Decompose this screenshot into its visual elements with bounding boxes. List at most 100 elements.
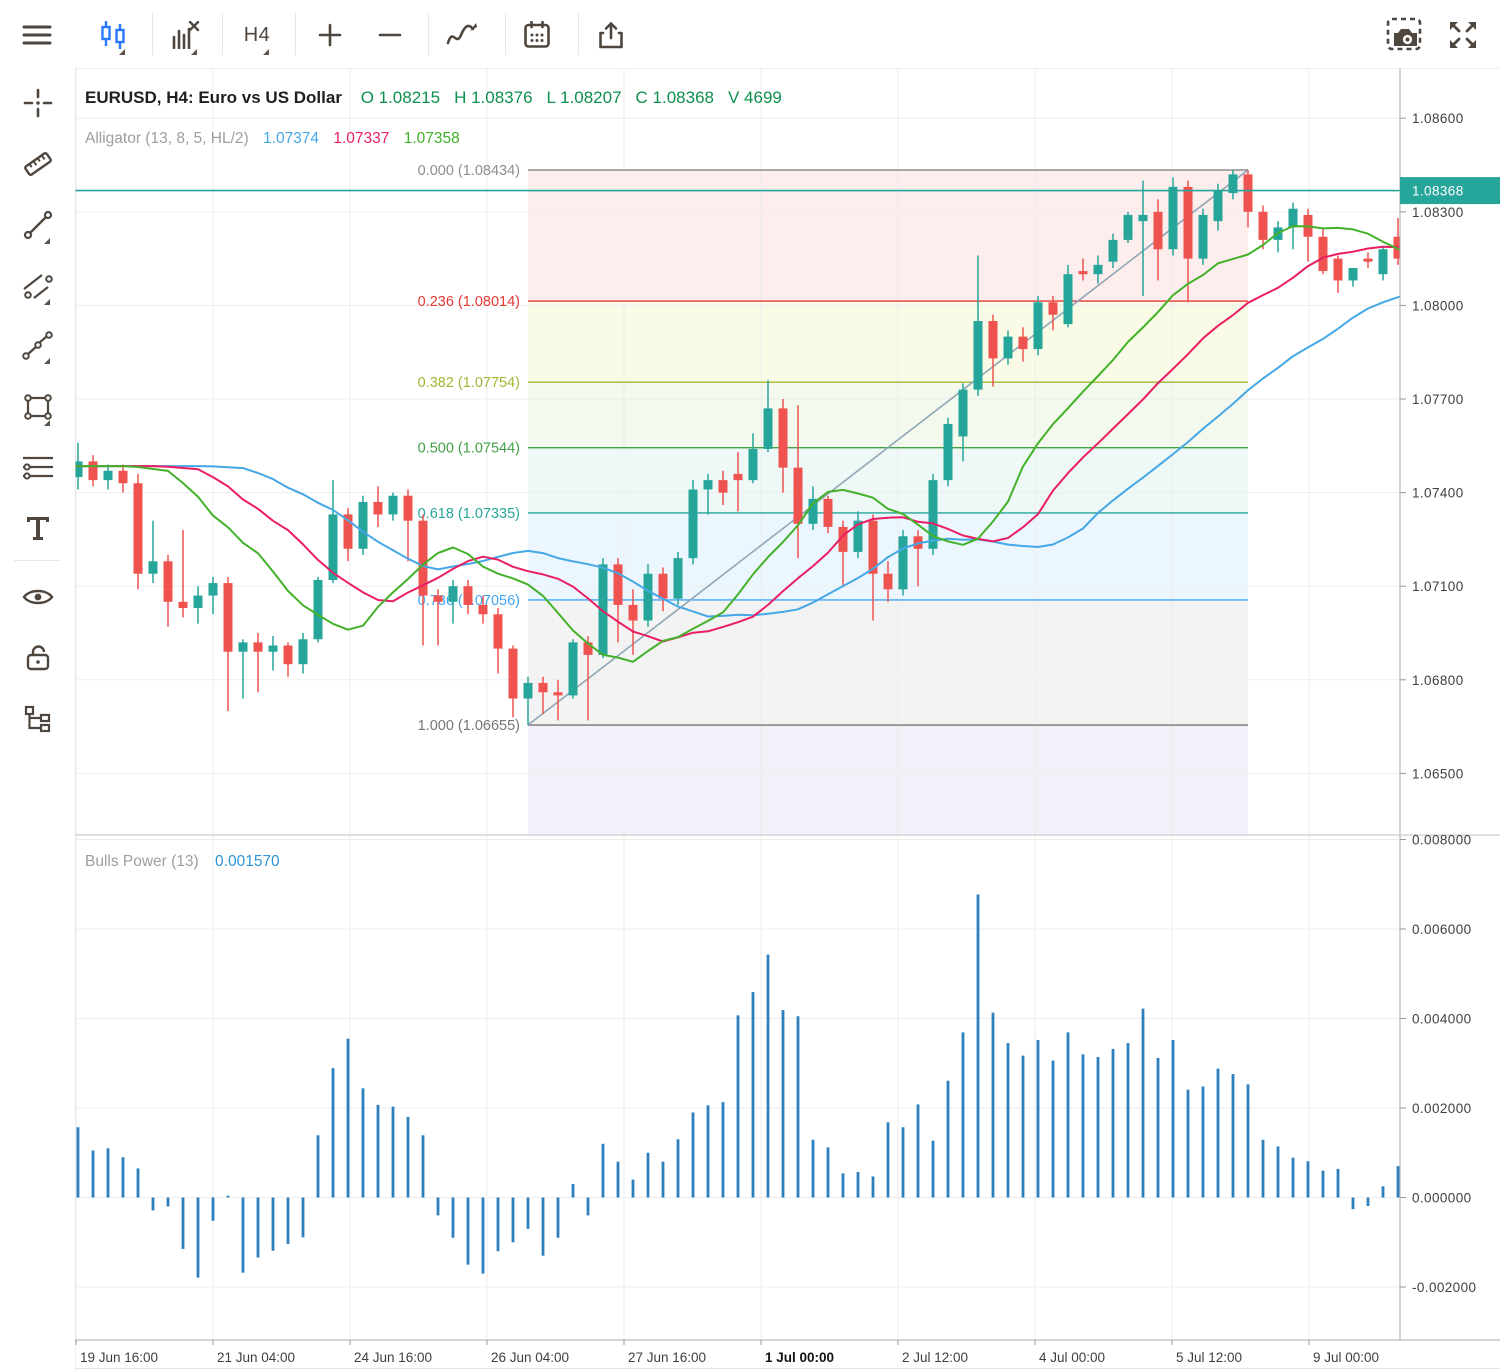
- candle-body: [989, 321, 998, 358]
- tool-trend-line[interactable]: [18, 205, 58, 245]
- histogram-bar: [1022, 1056, 1025, 1198]
- fib-level-label: 0.382 (1.07754): [418, 375, 520, 391]
- time-axis-label: 24 Jun 16:00: [354, 1350, 432, 1365]
- candle-body: [899, 536, 908, 589]
- tool-crosshair[interactable]: [18, 83, 58, 123]
- chart-type-button[interactable]: [93, 14, 133, 56]
- candle-body: [629, 605, 638, 621]
- histogram-bar: [482, 1198, 485, 1274]
- histogram-bar: [107, 1148, 110, 1197]
- candle-body: [1334, 259, 1343, 281]
- zoom-out-button[interactable]: [370, 14, 410, 56]
- histogram-bar: [812, 1140, 815, 1198]
- current-price-badge-label: 1.08368: [1412, 184, 1464, 199]
- indicator-window-close-button[interactable]: [165, 14, 205, 56]
- screenshot-button[interactable]: [1384, 14, 1428, 56]
- histogram-bar: [662, 1162, 665, 1198]
- price-axis-label: 1.07400: [1412, 486, 1464, 501]
- tool-lock[interactable]: [18, 638, 58, 678]
- histogram-bar: [692, 1112, 695, 1197]
- histogram-bar: [932, 1141, 935, 1198]
- candle-body: [719, 480, 728, 492]
- indicator-axis-label: -0.002000: [1412, 1280, 1476, 1295]
- bulls-power-label: Bulls Power (13): [85, 853, 199, 870]
- histogram-bar: [1217, 1069, 1220, 1198]
- histogram-bar: [377, 1105, 380, 1198]
- histogram-bar: [437, 1198, 440, 1216]
- menu-button[interactable]: [17, 14, 57, 56]
- histogram-bar: [1037, 1040, 1040, 1198]
- candle-body: [569, 642, 578, 695]
- alligator-jaw-value: 1.07374: [263, 130, 319, 147]
- price-axis-label: 1.06500: [1412, 766, 1464, 781]
- indicator-pane[interactable]: [75, 835, 1400, 1340]
- indicators-button[interactable]: [442, 14, 482, 56]
- candle-body: [494, 614, 503, 648]
- calendar-button[interactable]: [517, 14, 557, 56]
- fib-zone: [528, 170, 1248, 301]
- time-axis-label: 5 Jul 12:00: [1176, 1350, 1242, 1365]
- fibonacci-lines-icon: [21, 454, 55, 482]
- candle-body: [644, 574, 653, 621]
- histogram-bar: [1187, 1090, 1190, 1198]
- chart-canvas[interactable]: 0.000 (1.08434)0.236 (1.08014)0.382 (1.0…: [0, 0, 1500, 1370]
- candle-body: [794, 468, 803, 524]
- tool-channel[interactable]: [18, 266, 58, 306]
- sidebar-separator: [14, 560, 60, 561]
- candle-body: [1289, 209, 1298, 228]
- timeframe-button[interactable]: H4: [237, 14, 277, 56]
- low-value: L 1.08207: [547, 88, 622, 107]
- histogram-bar: [452, 1198, 455, 1238]
- histogram-bar: [332, 1068, 335, 1197]
- fullscreen-button[interactable]: [1443, 14, 1483, 56]
- export-icon: [597, 21, 625, 49]
- candlestick-chart-icon: [100, 21, 126, 49]
- zoom-out-icon: [378, 23, 402, 47]
- chevron-down-icon: [263, 49, 269, 55]
- trend-line-icon: [23, 210, 53, 240]
- indicator-axis-label: 0.002000: [1412, 1101, 1472, 1116]
- histogram-bar: [1052, 1061, 1055, 1198]
- tool-text[interactable]: [18, 507, 58, 547]
- chevron-down-icon: [44, 358, 50, 364]
- histogram-bar: [392, 1107, 395, 1198]
- histogram-bar: [752, 992, 755, 1197]
- candle-body: [434, 596, 443, 602]
- tool-visibility[interactable]: [18, 577, 58, 617]
- export-button[interactable]: [591, 14, 631, 56]
- main-pane[interactable]: 0.000 (1.08434)0.236 (1.08014)0.382 (1.0…: [74, 68, 1500, 835]
- tool-fibonacci[interactable]: [18, 448, 58, 488]
- chevron-down-icon: [191, 49, 197, 55]
- tool-shapes[interactable]: [18, 387, 58, 427]
- histogram-bar: [902, 1127, 905, 1197]
- zoom-in-button[interactable]: [310, 14, 350, 56]
- time-axis-label: 2 Jul 12:00: [902, 1350, 968, 1365]
- candle-body: [959, 390, 968, 437]
- histogram-bar: [737, 1015, 740, 1197]
- candle-body: [554, 692, 563, 695]
- candle-body: [1079, 271, 1088, 274]
- symbol-info-row: EURUSD, H4: Euro vs US Dollar O 1.08215H…: [85, 88, 782, 108]
- price-axis-label: 1.06800: [1412, 673, 1464, 688]
- candle-body: [314, 580, 323, 639]
- histogram-bar: [947, 1081, 950, 1198]
- trading-terminal: 0.000 (1.08434)0.236 (1.08014)0.382 (1.0…: [0, 0, 1500, 1370]
- histogram-bar: [512, 1198, 515, 1243]
- time-axis-label: 4 Jul 00:00: [1039, 1350, 1105, 1365]
- histogram-bar: [152, 1198, 155, 1211]
- toolbar-separator: [222, 13, 223, 55]
- tool-ruler[interactable]: [18, 144, 58, 184]
- fib-zone: [528, 301, 1248, 382]
- tool-object-list[interactable]: [18, 699, 58, 739]
- indicator-axis-label: 0.006000: [1412, 922, 1472, 937]
- histogram-bar: [617, 1162, 620, 1198]
- candle-body: [824, 499, 833, 527]
- candle-body: [1214, 190, 1223, 221]
- candle-body: [539, 683, 548, 692]
- tool-polyline[interactable]: [18, 325, 58, 365]
- bar-chart-close-icon: [170, 21, 200, 49]
- histogram-bar: [1007, 1043, 1010, 1197]
- bulls-power-value: 0.001570: [215, 853, 280, 870]
- calendar-icon: [523, 21, 551, 49]
- candle-body: [689, 489, 698, 558]
